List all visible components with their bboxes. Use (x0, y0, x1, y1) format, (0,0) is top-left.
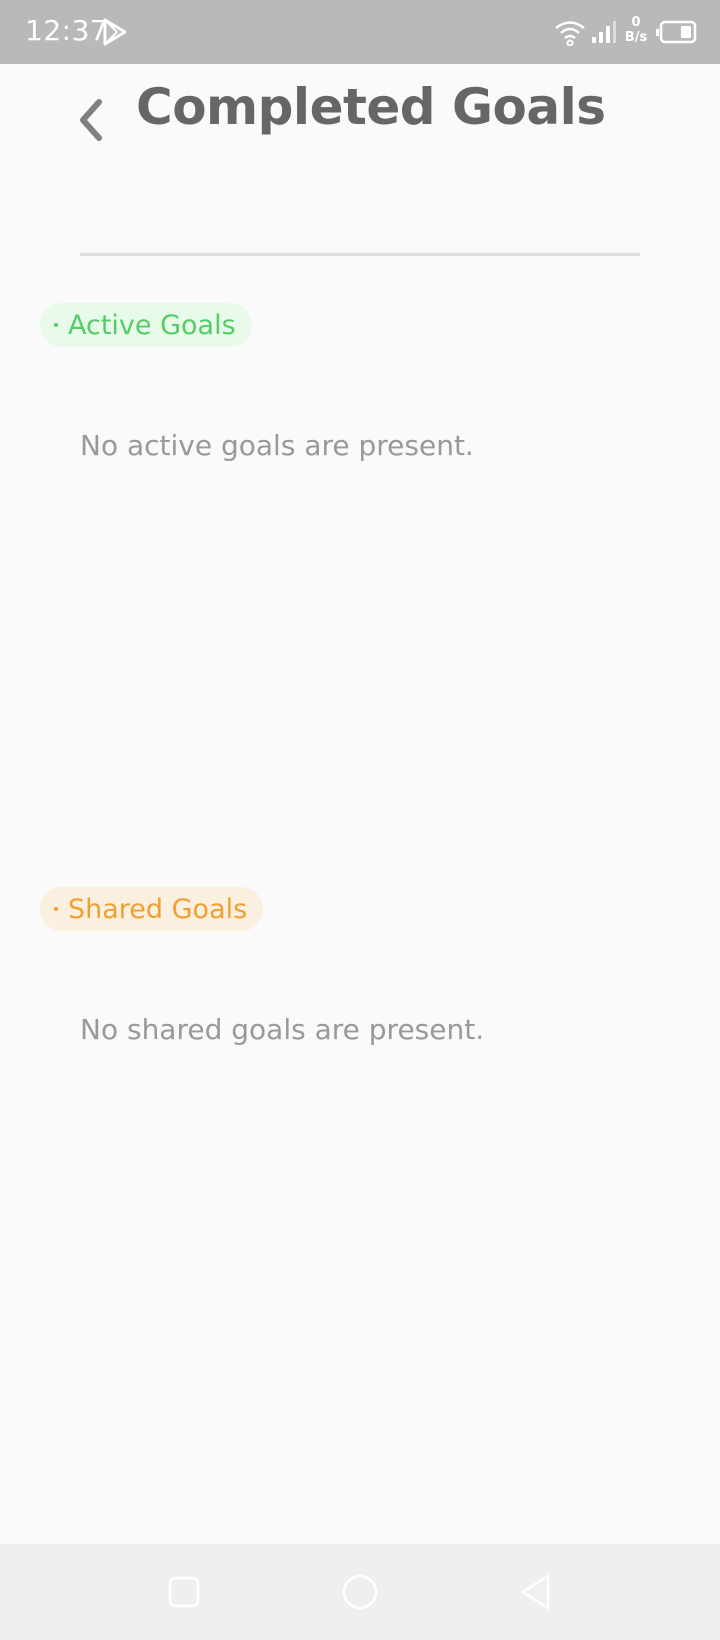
back-icon (521, 1574, 550, 1610)
shared-goals-tag: Shared Goals (40, 887, 264, 931)
chevron-left-icon (80, 99, 102, 141)
back-button[interactable] (62, 82, 118, 158)
page-title: Completed Goals (136, 78, 606, 136)
battery-icon (656, 20, 697, 44)
play-store-icon (103, 18, 127, 46)
recent-apps-icon (168, 1576, 200, 1608)
header-divider (80, 253, 640, 256)
shared-goals-empty-message: No shared goals are present. (80, 1013, 485, 1046)
active-goals-empty-message: No active goals are present. (80, 429, 474, 462)
status-time: 12:37 (25, 14, 109, 47)
bullet-dot (54, 907, 58, 911)
active-goals-tag: Active Goals (40, 303, 252, 347)
status-bar: 12:37 0 B/s (0, 0, 720, 64)
recent-apps-button[interactable] (160, 1568, 208, 1616)
network-speed-unit: B/s (624, 30, 648, 45)
wifi-icon (555, 21, 585, 46)
system-back-button[interactable] (512, 1568, 560, 1616)
navigation-bar (0, 1544, 720, 1640)
network-speed-value: 0 (631, 15, 641, 30)
bullet-dot (54, 323, 58, 327)
shared-goals-label: Shared Goals (68, 893, 248, 925)
network-speed: 0 B/s (620, 15, 652, 45)
home-icon (342, 1574, 378, 1610)
home-button[interactable] (336, 1568, 384, 1616)
signal-icon (592, 21, 616, 43)
active-goals-label: Active Goals (68, 309, 236, 341)
